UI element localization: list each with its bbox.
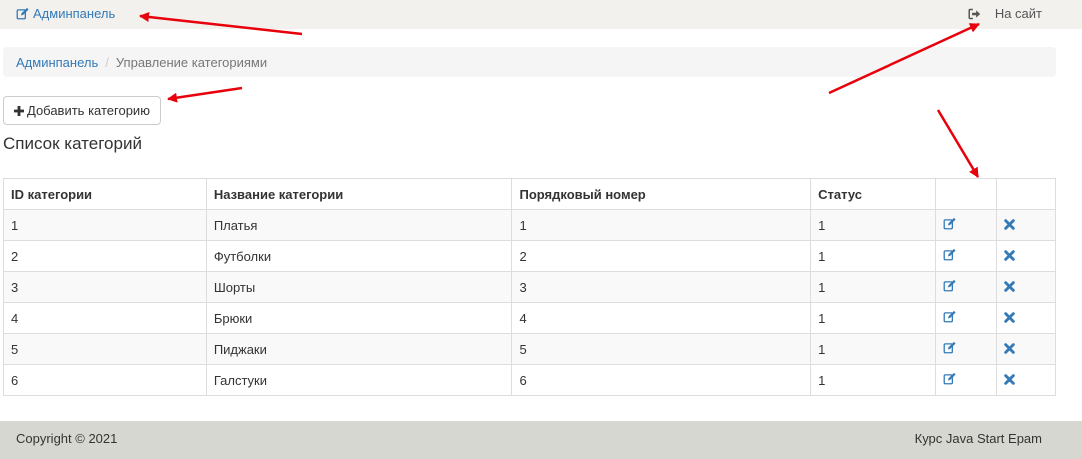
edit-category-button[interactable] — [943, 248, 956, 261]
cell-order: 4 — [511, 302, 812, 334]
edit-icon — [16, 7, 29, 20]
cell-status: 1 — [810, 209, 937, 241]
cell-status: 1 — [810, 364, 937, 396]
cell-delete — [996, 333, 1056, 365]
edit-icon — [943, 341, 956, 354]
edit-category-button[interactable] — [943, 310, 956, 323]
cell-edit — [935, 209, 997, 241]
remove-icon — [1004, 373, 1015, 385]
delete-category-button[interactable] — [1004, 218, 1015, 230]
cell-order: 2 — [511, 240, 812, 272]
cell-name: Галстуки — [205, 364, 513, 396]
breadcrumb-home-link[interactable]: Админпанель — [16, 55, 98, 70]
cell-status: 1 — [810, 271, 937, 303]
edit-category-button[interactable] — [943, 341, 956, 354]
categories-table: ID категории Название категории Порядков… — [3, 178, 1056, 396]
cell-name: Платья — [205, 209, 513, 241]
cell-delete — [996, 364, 1056, 396]
edit-icon — [943, 217, 956, 230]
annotation-arrow — [167, 86, 243, 103]
breadcrumb: Админпанель / Управление категориями — [3, 47, 1056, 77]
column-header-id: ID категории — [3, 178, 207, 210]
cell-name: Шорты — [205, 271, 513, 303]
cell-name: Пиджаки — [205, 333, 513, 365]
admin-panel-label: Админпанель — [33, 6, 116, 21]
cell-delete — [996, 209, 1056, 241]
cell-status: 1 — [810, 333, 937, 365]
edit-icon — [943, 248, 956, 261]
breadcrumb-current: Управление категориями — [115, 54, 268, 70]
column-header-order: Порядковый номер — [511, 178, 812, 210]
delete-category-button[interactable] — [1004, 249, 1015, 261]
cell-order: 5 — [511, 333, 812, 365]
cell-status: 1 — [810, 240, 937, 272]
cell-edit — [935, 240, 997, 272]
breadcrumb-separator: / — [105, 54, 109, 70]
cell-edit — [935, 302, 997, 334]
delete-category-button[interactable] — [1004, 342, 1015, 354]
edit-icon — [943, 279, 956, 292]
cell-id: 5 — [3, 333, 207, 365]
to-site-link[interactable]: На сайт — [968, 6, 1042, 21]
remove-icon — [1004, 342, 1015, 354]
admin-panel-link[interactable]: Админпанель — [16, 6, 115, 21]
categories-table-body: 1 Платья 1 1 2 Футболки 2 1 3 Шорты 3 1 4 Брюки 4 1 5 Пид… — [3, 209, 1056, 396]
delete-category-button[interactable] — [1004, 311, 1015, 323]
remove-icon — [1004, 249, 1015, 261]
cell-id: 2 — [3, 240, 207, 272]
table-row: 5 Пиджаки 5 1 — [3, 333, 1056, 365]
remove-icon — [1004, 311, 1015, 323]
add-category-button[interactable]: Добавить категорию — [3, 96, 161, 125]
cell-id: 6 — [3, 364, 207, 396]
top-navbar: Админпанель На сайт — [0, 0, 1082, 29]
table-row: 3 Шорты 3 1 — [3, 271, 1056, 303]
cell-edit — [935, 364, 997, 396]
delete-category-button[interactable] — [1004, 280, 1015, 292]
table-row: 1 Платья 1 1 — [3, 209, 1056, 241]
column-header-edit — [935, 178, 997, 210]
sign-out-icon — [968, 8, 980, 19]
cell-status: 1 — [810, 302, 937, 334]
column-header-name: Название категории — [205, 178, 513, 210]
cell-name: Футболки — [205, 240, 513, 272]
cell-delete — [996, 271, 1056, 303]
category-list-title: Список категорий — [3, 134, 142, 153]
cell-id: 3 — [3, 271, 207, 303]
table-row: 2 Футболки 2 1 — [3, 240, 1056, 272]
add-category-label: Добавить категорию — [27, 103, 150, 118]
edit-icon — [943, 372, 956, 385]
cell-delete — [996, 240, 1056, 272]
remove-icon — [1004, 218, 1015, 230]
column-header-delete — [996, 178, 1056, 210]
cell-order: 3 — [511, 271, 812, 303]
table-header-row: ID категории Название категории Порядков… — [3, 178, 1056, 210]
cell-edit — [935, 271, 997, 303]
cell-id: 1 — [3, 209, 207, 241]
edit-category-button[interactable] — [943, 372, 956, 385]
table-row: 6 Галстуки 6 1 — [3, 364, 1056, 396]
cell-delete — [996, 302, 1056, 334]
table-row: 4 Брюки 4 1 — [3, 302, 1056, 334]
cell-id: 4 — [3, 302, 207, 334]
edit-category-button[interactable] — [943, 217, 956, 230]
cell-order: 6 — [511, 364, 812, 396]
annotation-arrow — [936, 109, 980, 178]
footer-copyright: Copyright © 2021 — [16, 431, 118, 446]
delete-category-button[interactable] — [1004, 373, 1015, 385]
remove-icon — [1004, 280, 1015, 292]
footer-course-name: Курс Java Start Epam — [914, 431, 1042, 446]
column-header-status: Статус — [810, 178, 937, 210]
to-site-label: На сайт — [994, 6, 1042, 21]
edit-category-button[interactable] — [943, 279, 956, 292]
plus-icon — [14, 105, 24, 116]
edit-icon — [943, 310, 956, 323]
footer: Copyright © 2021 Курс Java Start Epam — [0, 421, 1082, 459]
cell-name: Брюки — [205, 302, 513, 334]
cell-order: 1 — [511, 209, 812, 241]
cell-edit — [935, 333, 997, 365]
